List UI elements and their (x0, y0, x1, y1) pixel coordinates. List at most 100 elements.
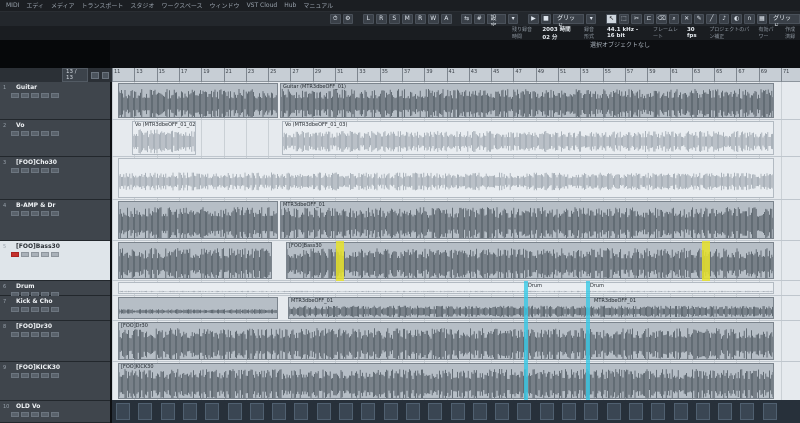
audio-event[interactable]: Vo (MTR3dbeOFF_01_03) (282, 121, 774, 155)
track-header[interactable]: 2 Vo (0, 120, 110, 157)
menu-item[interactable]: スタジオ (130, 1, 154, 10)
event-lane[interactable] (112, 157, 800, 200)
menu-item[interactable]: トランスポート (82, 1, 124, 10)
snap-toggle-icon[interactable]: ⇆ (461, 14, 472, 24)
monitor-icon[interactable] (21, 332, 29, 337)
solo-icon[interactable] (41, 373, 49, 378)
mode-button[interactable]: L (362, 14, 374, 24)
mode-button[interactable]: M (401, 14, 413, 24)
event-lane[interactable]: MTR3dbeOFF_01 (112, 296, 800, 321)
solo-icon[interactable] (41, 307, 49, 312)
read-automation-icon[interactable]: ⚙ (342, 14, 354, 24)
mode-button[interactable]: R (375, 14, 387, 24)
audio-event[interactable] (118, 242, 272, 279)
mode-button[interactable]: A (440, 14, 452, 24)
edit-icon[interactable] (51, 373, 59, 378)
record-enable-icon[interactable] (11, 211, 19, 216)
event-lane[interactable]: Guitar (MTR3dbeOFF_01) (112, 82, 800, 120)
mute-icon[interactable] (31, 332, 39, 337)
solo-icon[interactable] (41, 93, 49, 98)
record-enable-icon[interactable] (11, 332, 19, 337)
event-lane[interactable]: Vo (MTR3dbeOFF_01_02) Vo (MTR3dbeOFF_01_0… (112, 120, 800, 157)
audio-event[interactable] (118, 158, 774, 198)
solo-icon[interactable] (41, 252, 49, 257)
audio-event[interactable] (118, 282, 774, 294)
mode-button[interactable]: S (388, 14, 400, 24)
folder-icon[interactable] (101, 71, 110, 79)
snap-mode-select[interactable]: グリッド (769, 14, 800, 30)
record-enable-icon[interactable] (11, 252, 19, 257)
add-track-icon[interactable] (91, 71, 99, 79)
track-header[interactable]: 8 [FOO]Dr30 (0, 321, 110, 362)
audio-event[interactable] (118, 201, 278, 239)
record-enable-icon[interactable] (11, 131, 19, 136)
menu-item[interactable]: エディ (26, 1, 44, 10)
menu-item[interactable]: マニュアル (303, 1, 333, 10)
solo-icon[interactable] (41, 332, 49, 337)
chevron-down-icon[interactable]: ▾ (585, 14, 597, 24)
track-header[interactable]: 7 Kick & Cho (0, 296, 110, 321)
dropdown-chevron-icon[interactable]: ▾ (507, 14, 519, 24)
record-enable-icon[interactable] (11, 93, 19, 98)
magnet-icon[interactable]: ∩ (744, 14, 755, 24)
record-enable-icon[interactable] (11, 168, 19, 173)
glue-tool-icon[interactable]: ⊏ (643, 14, 655, 24)
audio-event[interactable] (118, 83, 278, 118)
split-tool-icon[interactable]: ✂ (631, 14, 642, 24)
track-header[interactable]: 10 OLD Vo (0, 401, 110, 423)
event-lane[interactable]: [FOO]Dr30 (112, 321, 800, 362)
mute-icon[interactable] (31, 307, 39, 312)
edit-icon[interactable] (51, 307, 59, 312)
audio-event[interactable] (118, 297, 278, 319)
track-header[interactable]: 5 [FOO]Bass30 (0, 241, 110, 281)
audio-event[interactable]: MTR3dbeOFF_01 (288, 297, 774, 319)
mute-icon[interactable] (31, 93, 39, 98)
mute-tool-icon[interactable]: ✕ (681, 14, 692, 24)
edit-icon[interactable] (51, 93, 59, 98)
line-tool-icon[interactable]: ╱ (706, 14, 717, 24)
mode-button[interactable]: W (427, 14, 439, 24)
track-header[interactable]: 6 Drum (0, 281, 110, 297)
audio-event[interactable]: [FOO]Bass30 (286, 242, 774, 279)
track-header[interactable]: 4 B-AMP & Dr (0, 200, 110, 241)
monitor-icon[interactable] (21, 211, 29, 216)
solo-icon[interactable] (41, 168, 49, 173)
monitor-icon[interactable] (21, 307, 29, 312)
audio-event[interactable]: Vo (MTR3dbeOFF_01_02) (132, 121, 196, 155)
solo-icon[interactable] (41, 412, 49, 417)
selected-range-marker[interactable] (336, 241, 344, 281)
range-tool-icon[interactable]: ⬚ (618, 14, 630, 24)
grid-snap-icon[interactable]: ▦ (756, 14, 768, 24)
grid-icon[interactable]: # (473, 14, 485, 24)
zoom-tool-icon[interactable]: ⌕ (668, 14, 680, 24)
record-enable-icon[interactable] (11, 307, 19, 312)
edit-icon[interactable] (51, 168, 59, 173)
timeline-ruler[interactable]: 11 13 15 17 19 21 23 25 27 29 31 33 35 37 39 41 43 45 47 49… (112, 68, 800, 82)
selected-range-marker[interactable] (702, 241, 710, 281)
monitor-icon[interactable] (21, 412, 29, 417)
play-icon[interactable]: ▶ (528, 14, 539, 24)
erase-tool-icon[interactable]: ⌫ (656, 14, 667, 24)
edit-icon[interactable] (51, 131, 59, 136)
menu-item[interactable]: ワークスペース (161, 1, 202, 10)
edit-icon[interactable] (51, 211, 59, 216)
menu-item[interactable]: VST Cloud (247, 2, 278, 9)
event-lane[interactable]: [FOO]KICK30 (112, 362, 800, 401)
mute-icon[interactable] (31, 252, 39, 257)
audio-event[interactable]: Guitar (MTR3dbeOFF_01) (280, 83, 774, 118)
track-header[interactable]: 3 [FOO]Cho30 (0, 157, 110, 200)
preset-select[interactable]: 設定 (486, 14, 506, 30)
menu-item[interactable]: Hub (284, 2, 296, 9)
track-header[interactable]: 9 [FOO]KICK30 (0, 362, 110, 401)
event-lane[interactable]: MTR3dbeOFF_01 (112, 200, 800, 241)
mute-icon[interactable] (31, 373, 39, 378)
mute-icon[interactable] (31, 168, 39, 173)
monitor-icon[interactable] (21, 252, 29, 257)
solo-icon[interactable] (41, 131, 49, 136)
snap-type-select[interactable]: グリッド (553, 14, 584, 30)
solo-icon[interactable] (41, 211, 49, 216)
mute-icon[interactable] (31, 412, 39, 417)
event-lane[interactable] (112, 281, 800, 296)
stop-icon[interactable]: ■ (540, 14, 552, 24)
monitor-icon[interactable] (21, 373, 29, 378)
